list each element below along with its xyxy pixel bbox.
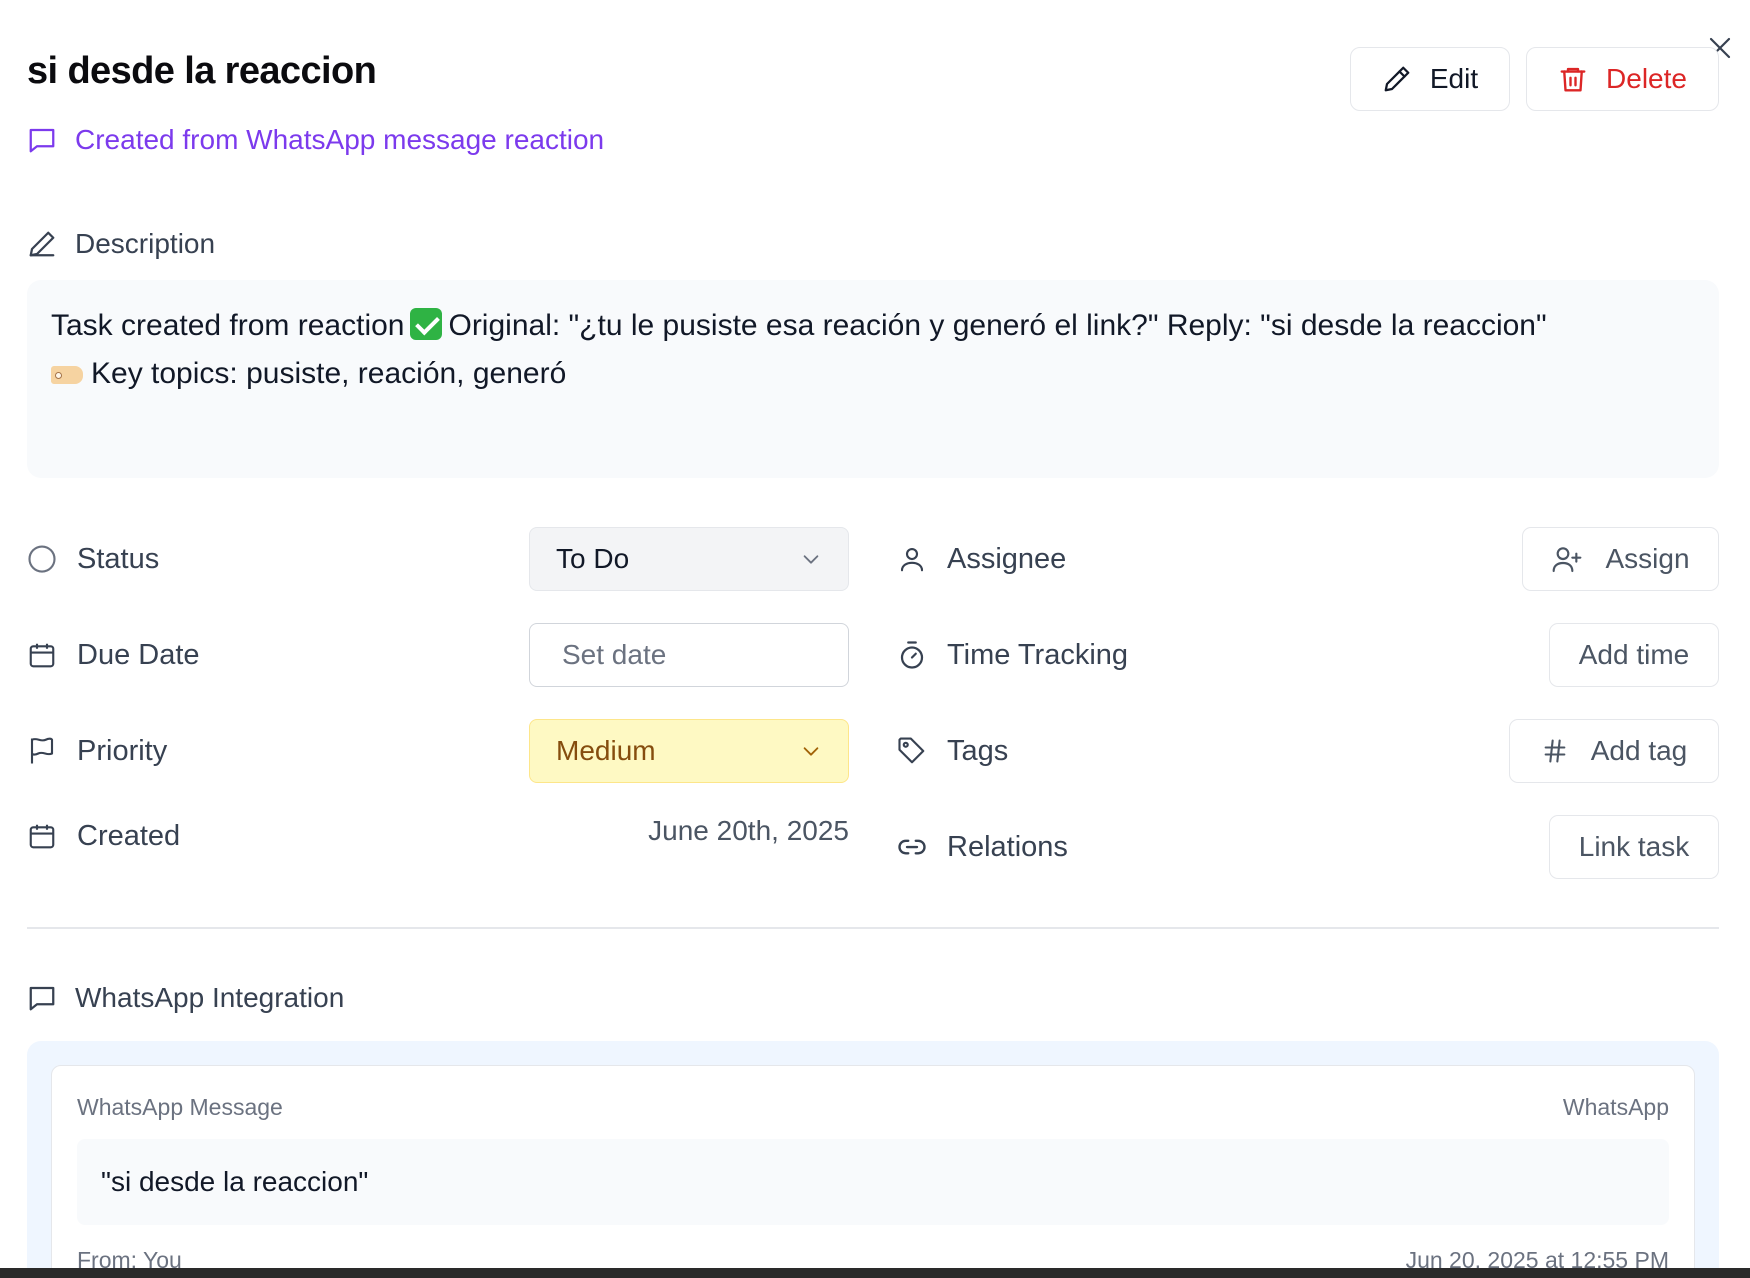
edit-button-label: Edit [1429, 63, 1479, 94]
whatsapp-section-label: WhatsApp Integration [75, 982, 345, 1013]
status-select[interactable]: To Do [529, 527, 849, 591]
relations-label-text: Relations [947, 830, 1068, 863]
created-field-label: Created [27, 813, 180, 859]
time-tracking-label-text: Time Tracking [947, 638, 1129, 671]
user-plus-icon [1551, 543, 1583, 575]
assignee-field-label: Assignee [897, 536, 1066, 582]
calendar-icon [27, 640, 57, 670]
pencil-icon [1382, 64, 1412, 94]
description-key-topics: Key topics: pusiste, reación, generó [91, 357, 567, 390]
due-date-label-text: Due Date [77, 638, 200, 671]
created-label-text: Created [77, 819, 181, 852]
assign-button[interactable]: Assign [1522, 527, 1719, 591]
status-field-label: Status [27, 536, 159, 582]
user-icon [897, 544, 927, 574]
chevron-down-icon [800, 548, 822, 570]
check-mark-icon [410, 308, 443, 340]
relations-field-label: Relations [897, 824, 1068, 870]
pencil-icon [27, 229, 57, 259]
edit-button[interactable]: Edit [1350, 47, 1510, 111]
add-time-button[interactable]: Add time [1549, 623, 1719, 687]
calendar-icon [27, 821, 57, 851]
whatsapp-message-text: "si desde la reaccion" [101, 1166, 369, 1197]
window-bottom-edge [0, 1268, 1750, 1278]
hash-icon [1541, 737, 1569, 765]
task-detail-modal: si desde la reaccion Edit Delete Created… [0, 0, 1750, 1278]
description-line-1-start: Task created from reaction [51, 309, 405, 342]
time-tracking-field-label: Time Tracking [897, 632, 1128, 678]
link-icon [897, 832, 927, 862]
flag-icon [27, 736, 57, 766]
priority-value: Medium [556, 735, 656, 766]
whatsapp-section-header: WhatsApp Integration [27, 975, 344, 1021]
due-date-input[interactable] [529, 623, 849, 687]
label-tag-icon [51, 366, 83, 385]
timer-icon [897, 640, 927, 670]
description-label: Description [75, 228, 216, 259]
circle-icon [27, 544, 57, 574]
assignee-label-text: Assignee [947, 542, 1067, 575]
due-date-field-label: Due Date [27, 632, 200, 678]
created-date-value: June 20th, 2025 [648, 815, 849, 846]
whatsapp-badge: WhatsApp [1562, 1094, 1669, 1120]
link-task-button[interactable]: Link task [1549, 815, 1719, 879]
description-header: Description [27, 222, 215, 266]
priority-select[interactable]: Medium [529, 719, 849, 783]
task-source-text: Created from WhatsApp message reaction [75, 124, 605, 155]
tag-icon [897, 736, 927, 766]
tags-label-text: Tags [947, 734, 1009, 767]
delete-button[interactable]: Delete [1526, 47, 1719, 111]
status-label-text: Status [77, 542, 160, 575]
description-line-1-end: Original: "¿tu le pusiste esa reación y … [448, 309, 1547, 342]
trash-icon [1558, 64, 1588, 94]
description-text[interactable]: Task created from reaction Original: "¿tu… [27, 280, 1719, 478]
whatsapp-card-title: WhatsApp Message [77, 1094, 283, 1120]
task-title: si desde la reaccion [27, 50, 377, 92]
message-square-icon [27, 983, 57, 1013]
priority-label-text: Priority [77, 734, 168, 767]
assign-button-label: Assign [1605, 543, 1690, 574]
link-task-button-label: Link task [1578, 831, 1690, 862]
tags-field-label: Tags [897, 728, 1008, 774]
delete-button-label: Delete [1606, 63, 1687, 94]
priority-field-label: Priority [27, 728, 167, 774]
message-square-icon [27, 125, 57, 155]
whatsapp-message-quote: "si desde la reaccion" [77, 1139, 1669, 1225]
task-source: Created from WhatsApp message reaction [27, 118, 604, 162]
add-time-button-label: Add time [1578, 639, 1690, 670]
chevron-down-icon [800, 740, 822, 762]
add-tag-button[interactable]: Add tag [1509, 719, 1719, 783]
add-tag-button-label: Add tag [1590, 735, 1688, 766]
status-value: To Do [556, 543, 630, 574]
section-divider [27, 927, 1719, 929]
